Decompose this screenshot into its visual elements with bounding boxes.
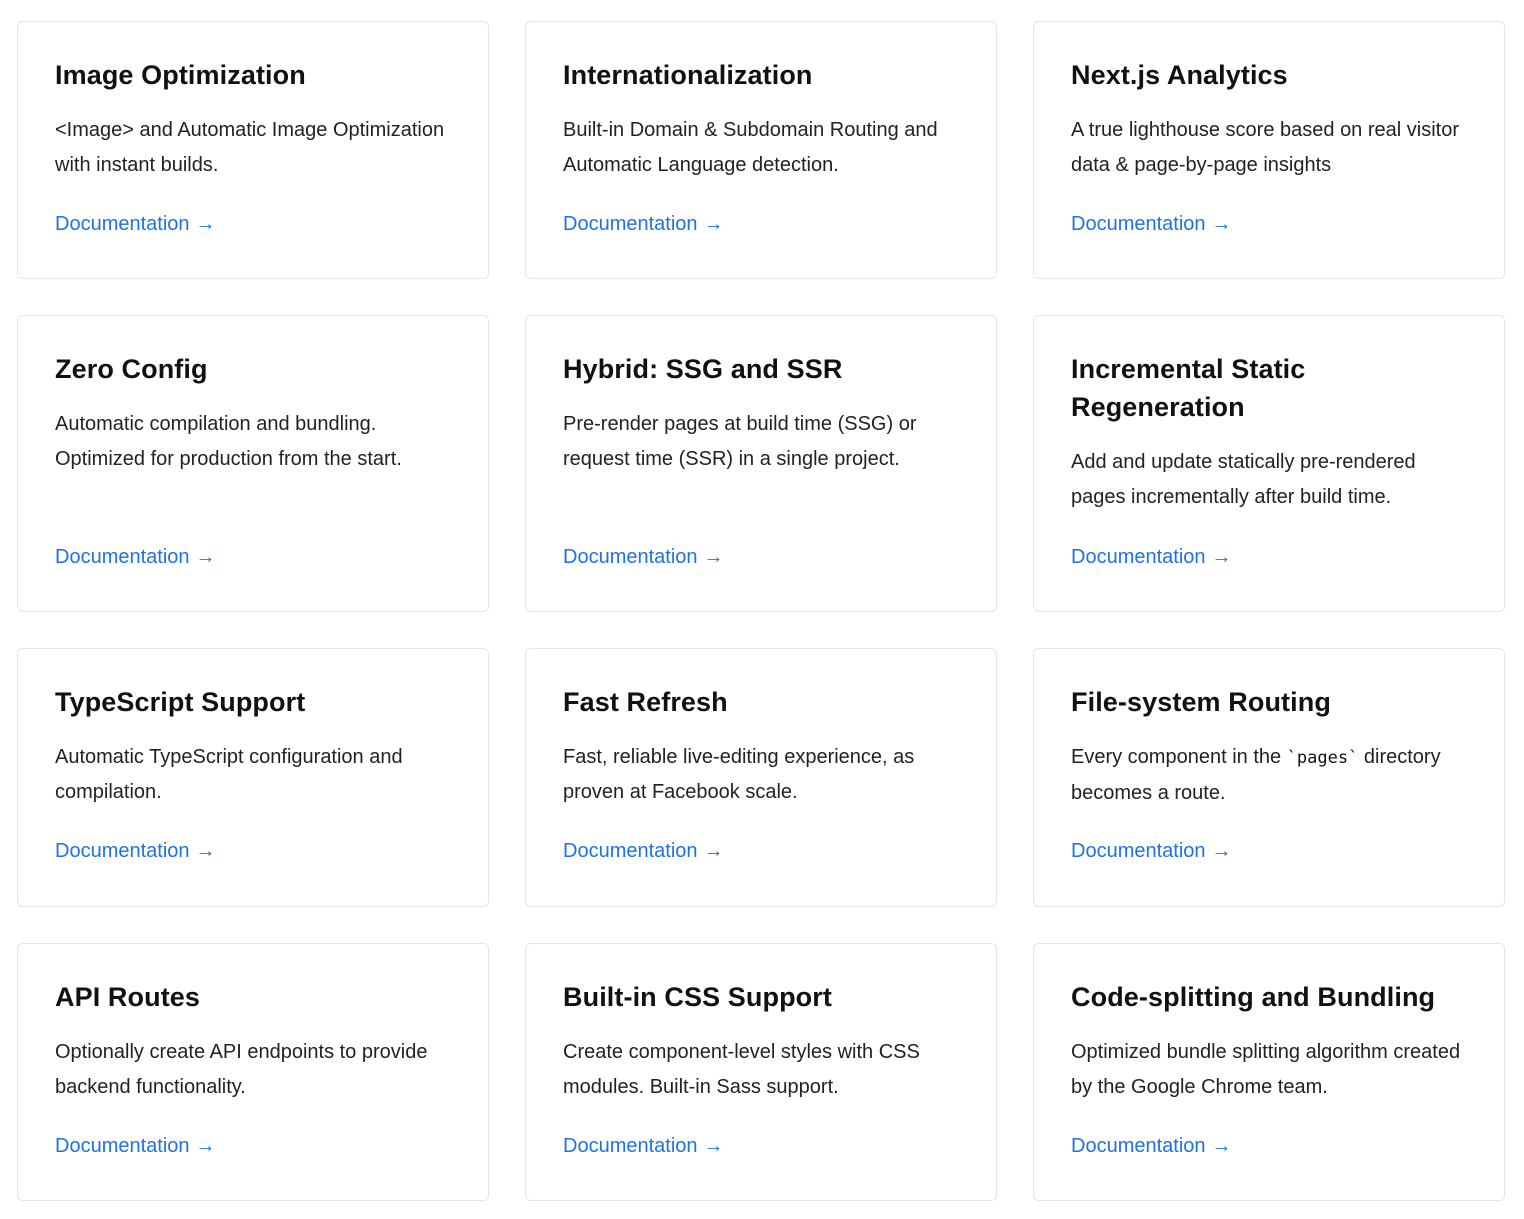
feature-card-fast-refresh: Fast Refresh Fast, reliable live-editing… [525,648,997,907]
documentation-link[interactable]: Documentation → [563,543,724,571]
documentation-link[interactable]: Documentation → [563,837,724,865]
card-title: File-system Routing [1071,687,1331,717]
documentation-link[interactable]: Documentation → [563,1132,724,1160]
documentation-link[interactable]: Documentation → [55,837,216,865]
card-description: Optimized bundle splitting algorithm cre… [1071,1041,1461,1098]
link-label: Documentation [563,213,698,235]
description-text: Every component in the [1071,746,1287,768]
documentation-link[interactable]: Documentation → [1071,837,1232,865]
card-description: Automatic TypeScript configuration and c… [55,746,403,803]
arrow-right-icon: → [1211,840,1232,862]
card-description: A true lighthouse score based on real vi… [1071,119,1459,176]
link-label: Documentation [1071,213,1206,235]
documentation-link[interactable]: Documentation → [55,1132,216,1160]
code-snippet: `pages` [1286,748,1359,768]
feature-card-analytics: Next.js Analytics A true lighthouse scor… [1033,21,1505,279]
link-label: Documentation [55,213,190,235]
documentation-link[interactable]: Documentation → [55,543,216,571]
link-label: Documentation [1071,840,1206,862]
arrow-right-icon: → [703,213,724,235]
link-label: Documentation [55,840,190,862]
card-description: Create component-level styles with CSS m… [563,1041,920,1098]
card-title: Hybrid: SSG and SSR [563,354,843,384]
link-label: Documentation [55,1135,190,1157]
documentation-link[interactable]: Documentation → [55,210,216,238]
link-label: Documentation [563,840,698,862]
arrow-right-icon: → [195,213,216,235]
documentation-link[interactable]: Documentation → [563,210,724,238]
arrow-right-icon: → [195,840,216,862]
feature-card-built-in-css-support: Built-in CSS Support Create component-le… [525,943,997,1201]
card-description: Fast, reliable live-editing experience, … [563,746,915,803]
arrow-right-icon: → [195,1135,216,1157]
feature-card-internationalization: Internationalization Built-in Domain & S… [525,21,997,279]
card-title: Next.js Analytics [1071,60,1288,90]
documentation-link[interactable]: Documentation → [1071,543,1232,571]
card-title: Built-in CSS Support [563,982,832,1012]
feature-card-zero-config: Zero Config Automatic compilation and bu… [17,315,489,612]
arrow-right-icon: → [1211,213,1232,235]
feature-card-image-optimization: Image Optimization <Image> and Automatic… [17,21,489,279]
card-title: TypeScript Support [55,687,306,717]
card-title: Internationalization [563,60,813,90]
documentation-link[interactable]: Documentation → [1071,210,1232,238]
card-title: Zero Config [55,354,208,384]
link-label: Documentation [55,546,190,568]
card-description: Add and update statically pre-rendered p… [1071,451,1416,508]
feature-card-api-routes: API Routes Optionally create API endpoin… [17,943,489,1201]
link-label: Documentation [1071,1135,1206,1157]
arrow-right-icon: → [195,546,216,568]
card-description: Built-in Domain & Subdomain Routing and … [563,119,938,176]
card-description: Every component in the `pages` directory… [1071,740,1468,810]
feature-card-hybrid-ssg-ssr: Hybrid: SSG and SSR Pre-render pages at … [525,315,997,612]
card-title: Code-splitting and Bundling [1071,982,1436,1012]
card-description: <Image> and Automatic Image Optimization… [55,119,445,176]
card-title: API Routes [55,982,201,1012]
documentation-link[interactable]: Documentation → [1071,1132,1232,1160]
card-description: Pre-render pages at build time (SSG) or … [563,413,917,470]
arrow-right-icon: → [1211,1135,1232,1157]
card-title: Incremental Static Regeneration [1071,354,1306,422]
card-title: Image Optimization [55,60,306,90]
feature-card-incremental-static-regeneration: Incremental Static Regeneration Add and … [1033,315,1505,612]
card-title: Fast Refresh [563,687,728,717]
link-label: Documentation [563,546,698,568]
arrow-right-icon: → [703,840,724,862]
arrow-right-icon: → [1211,546,1232,568]
link-label: Documentation [1071,546,1206,568]
arrow-right-icon: → [703,1135,724,1157]
feature-card-typescript-support: TypeScript Support Automatic TypeScript … [17,648,489,907]
feature-card-code-splitting: Code-splitting and Bundling Optimized bu… [1033,943,1505,1201]
feature-card-file-system-routing: File-system Routing Every component in t… [1033,648,1505,907]
card-description: Optionally create API endpoints to provi… [55,1041,428,1098]
arrow-right-icon: → [703,546,724,568]
link-label: Documentation [563,1135,698,1157]
card-description: Automatic compilation and bundling. Opti… [55,413,402,470]
